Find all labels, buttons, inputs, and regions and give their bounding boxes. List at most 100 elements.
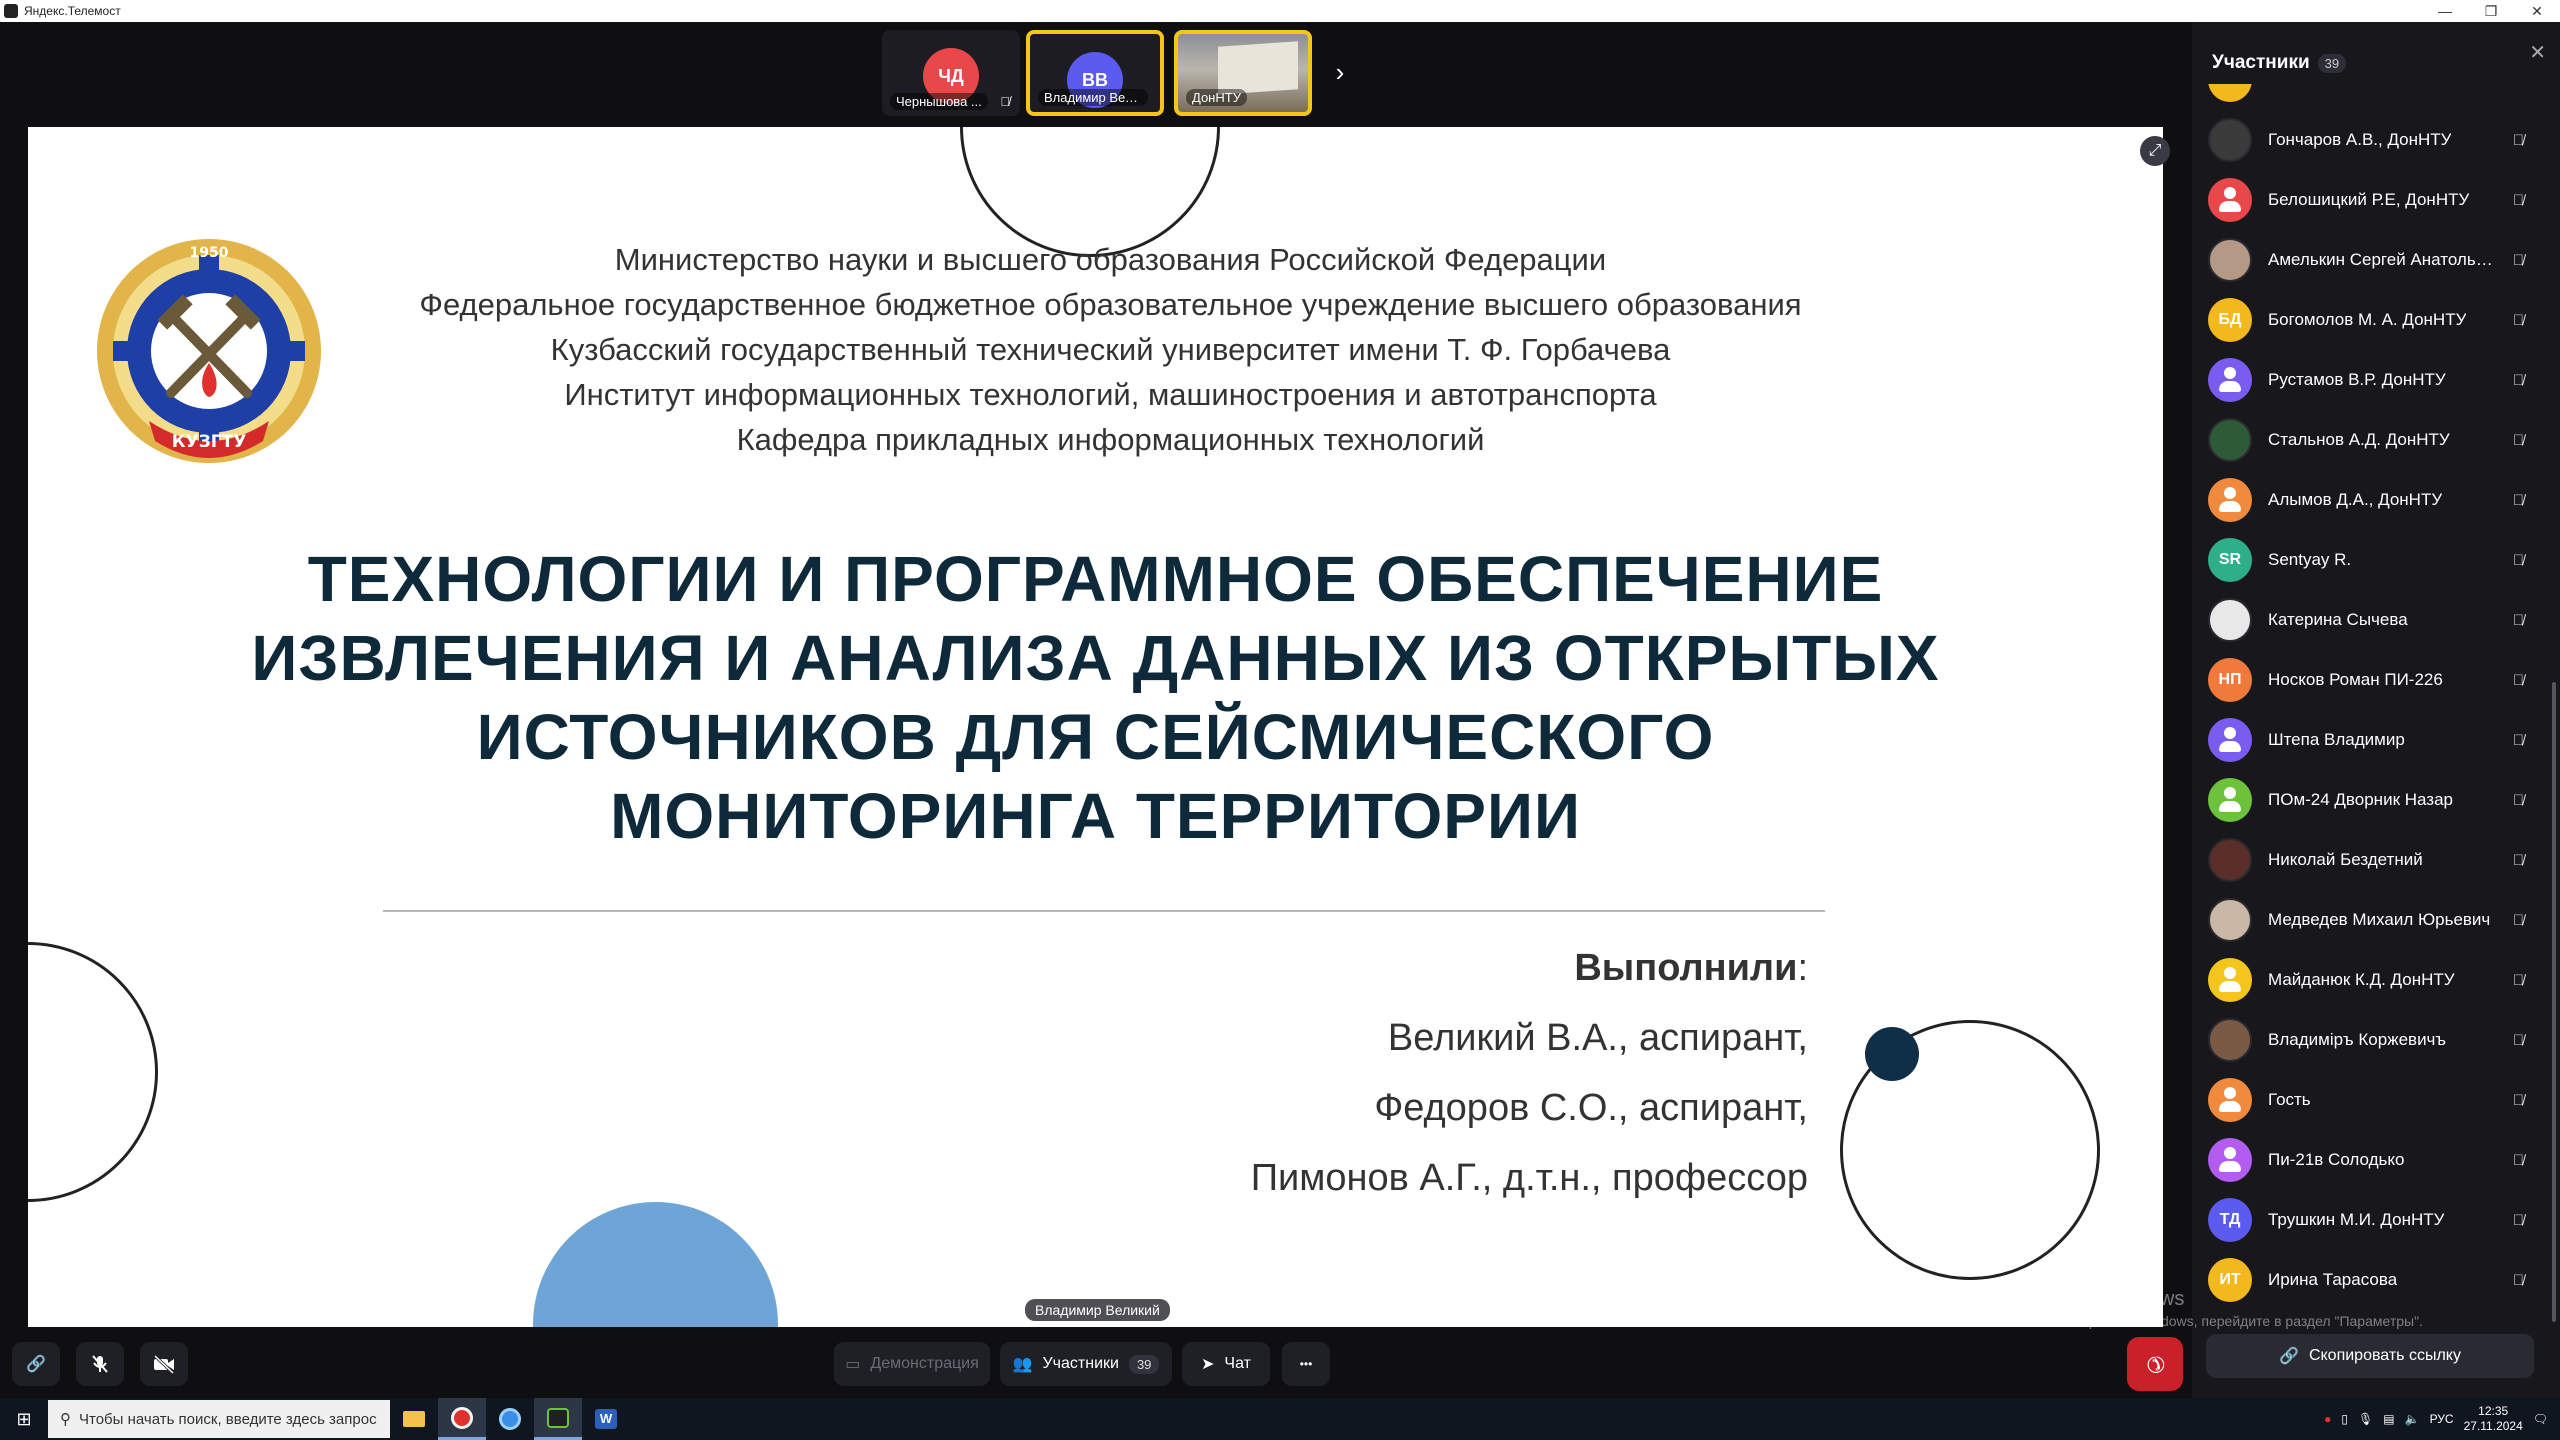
browser-icon[interactable] xyxy=(486,1398,534,1440)
chat-button[interactable]: ➤ Чат xyxy=(1182,1342,1270,1386)
app-icon xyxy=(4,4,18,18)
participant-row[interactable]: БД Богомолов М. А. ДонНТУ 🎙̸ xyxy=(2192,290,2544,350)
avatar xyxy=(2208,778,2252,822)
participant-list[interactable]: Гончаров А.В., ДонНТУ 🎙̸ Белошицкий Р.Е, Д… xyxy=(2192,84,2544,1344)
microphone-off-icon: 🎙̸ xyxy=(2512,251,2524,269)
close-window-button[interactable]: ✕ xyxy=(2514,0,2560,22)
maximize-button[interactable]: ❐ xyxy=(2468,0,2514,22)
participant-name: Богомолов М. А. ДонНТУ xyxy=(2268,310,2467,329)
participant-row[interactable]: Гончаров А.В., ДонНТУ 🎙̸ xyxy=(2192,110,2544,170)
chevron-right-icon[interactable]: › xyxy=(1326,57,1354,87)
participant-row[interactable]: Катерина Сычева 🎙̸ xyxy=(2192,590,2544,650)
more-button[interactable]: ••• xyxy=(1282,1342,1330,1386)
people-icon: 👥 xyxy=(1012,1356,1033,1373)
network-icon[interactable]: ▤ xyxy=(2383,1412,2394,1426)
avatar: НП xyxy=(2208,658,2252,702)
invite-link-button[interactable]: 🔗 xyxy=(12,1342,60,1386)
notifications-icon[interactable]: 🗨 xyxy=(2533,1412,2548,1426)
telemost-app-icon[interactable] xyxy=(534,1398,582,1440)
copy-link-button[interactable]: 🔗 Скопировать ссылку xyxy=(2206,1334,2534,1378)
file-explorer-icon[interactable] xyxy=(390,1398,438,1440)
microphone-off-icon: 🎙̸ xyxy=(2512,1151,2524,1169)
participant-row[interactable]: Гость 🎙̸ xyxy=(2192,1070,2544,1130)
participant-row[interactable]: Николай Бездетний 🎙̸ xyxy=(2192,830,2544,890)
participant-name: Медведев Михаил Юрьевич xyxy=(2268,910,2491,929)
participant-row[interactable]: Рустамов В.Р. ДонНТУ 🎙̸ xyxy=(2192,350,2544,410)
participant-row[interactable]: НП Носков Роман ПИ-226 🎙̸ xyxy=(2192,650,2544,710)
close-icon[interactable]: ✕ xyxy=(2529,40,2546,65)
author-3: Пимонов А.Г., д.т.н., профессор xyxy=(1250,1157,1808,1199)
participant-row[interactable]: ПОм-24 Дворник Назар 🎙̸ xyxy=(2192,770,2544,830)
participant-row[interactable]: Белошицкий Р.Е, ДонНТУ 🎙̸ xyxy=(2192,170,2544,230)
avatar xyxy=(2208,178,2252,222)
participant-name: Рустамов В.Р. ДонНТУ xyxy=(2268,370,2446,389)
participant-row[interactable]: Владиміръ Коржевичъ 🎙̸ xyxy=(2192,1010,2544,1070)
participant-row[interactable]: Штепа Владимир 🎙̸ xyxy=(2192,710,2544,770)
participant-row[interactable]: Алымов Д.А., ДонНТУ 🎙̸ xyxy=(2192,470,2544,530)
microphone-off-icon: 🎙̸ xyxy=(2512,791,2524,809)
microphone-tray-icon[interactable]: 🎙 xyxy=(2358,1412,2373,1426)
window-title: Яндекс.Телемост xyxy=(24,4,121,18)
camera-toggle[interactable] xyxy=(140,1342,188,1386)
screen-share-label: Демонстрация xyxy=(870,1355,979,1372)
window-titlebar: Яндекс.Телемост — ❐ ✕ xyxy=(0,0,2560,22)
yandex-browser-icon[interactable] xyxy=(438,1398,486,1440)
word-icon[interactable]: W xyxy=(582,1398,630,1440)
participant-row[interactable]: SR Sentyay R. 🎙̸ xyxy=(2192,530,2544,590)
microphone-toggle[interactable] xyxy=(76,1342,124,1386)
participant-tile[interactable]: ВВ Владимир Вели... xyxy=(1026,30,1164,116)
link-icon: 🔗 xyxy=(2279,1348,2299,1365)
participant-row[interactable]: Стальнов А.Д. ДонНТУ 🎙̸ xyxy=(2192,410,2544,470)
decor-blue-circle xyxy=(533,1202,778,1327)
participants-label: Участники xyxy=(1042,1355,1119,1372)
language-indicator[interactable]: РУС xyxy=(2430,1412,2454,1426)
battery-icon[interactable]: ▯ xyxy=(2341,1412,2348,1426)
participant-row-partial[interactable] xyxy=(2192,84,2544,110)
screen-share-button[interactable]: ▭ Демонстрация xyxy=(834,1342,990,1386)
divider xyxy=(383,910,1825,912)
microphone-off-icon: 🎙̸ xyxy=(2512,131,2524,149)
participant-name: ПОм-24 Дворник Назар xyxy=(2268,790,2453,809)
participant-row[interactable]: Медведев Михаил Юрьевич 🎙̸ xyxy=(2192,890,2544,950)
windows-start-icon[interactable]: ⊞ xyxy=(0,1398,48,1440)
avatar xyxy=(2208,478,2252,522)
participant-row[interactable]: Амелькин Сергей Анатолье... 🎙̸ xyxy=(2192,230,2544,290)
avatar xyxy=(2208,958,2252,1002)
participants-button[interactable]: 👥 Участники 39 xyxy=(1000,1342,1172,1386)
hang-up-button[interactable]: ✆ xyxy=(2127,1337,2183,1391)
participant-tile[interactable]: ДонНТУ xyxy=(1174,30,1312,116)
avatar xyxy=(2208,718,2252,762)
panel-title-label: Участники xyxy=(2212,52,2310,73)
participant-name: Пи-21в Солодько xyxy=(2268,1150,2405,1169)
clock[interactable]: 12:35 27.11.2024 xyxy=(2464,1404,2523,1434)
participant-row[interactable]: Майданюк К.Д. ДонНТУ 🎙̸ xyxy=(2192,950,2544,1010)
microphone-off-icon: 🎙̸ xyxy=(2512,431,2524,449)
clock-date: 27.11.2024 xyxy=(2463,1419,2523,1433)
avatar xyxy=(2208,1078,2252,1122)
participant-tile[interactable]: ЧД Чернышова ... 🎙̸ xyxy=(882,30,1020,116)
participant-name: Белошицкий Р.Е, ДонНТУ xyxy=(2268,190,2470,209)
taskbar-search[interactable]: ⚲ Чтобы начать поиск, введите здесь запр… xyxy=(48,1400,390,1438)
minimize-button[interactable]: — xyxy=(2422,0,2468,22)
header-line-1: Министерство науки и высшего образования… xyxy=(614,242,1607,277)
system-tray: ● ▯ 🎙 ▤ 🔈 РУС 12:35 27.11.2024 🗨 xyxy=(2324,1398,2548,1440)
participant-row[interactable]: Пи-21в Солодько 🎙̸ xyxy=(2192,1130,2544,1190)
more-dots-icon: ••• xyxy=(1299,1357,1313,1371)
avatar: ТД xyxy=(2208,1198,2252,1242)
participant-name: Sentyay R. xyxy=(2268,550,2352,569)
expand-icon[interactable]: ⤢ xyxy=(2140,136,2170,166)
microphone-off-icon: 🎙̸ xyxy=(2512,1091,2524,1109)
opera-icon[interactable]: ● xyxy=(2324,1412,2331,1426)
participant-row[interactable]: ТД Трушкин М.И. ДонНТУ 🎙̸ xyxy=(2192,1190,2544,1250)
microphone-off-icon: 🎙̸ xyxy=(2512,551,2524,569)
chat-label: Чат xyxy=(1224,1355,1251,1372)
participant-name: Гость xyxy=(2268,1090,2311,1109)
microphone-off-icon: 🎙̸ xyxy=(2512,851,2524,869)
participant-name: Амелькин Сергей Анатолье... xyxy=(2268,250,2498,269)
participant-tile-name: Владимир Вели... xyxy=(1038,89,1148,106)
volume-icon[interactable]: 🔈 xyxy=(2405,1412,2420,1426)
microphone-off-icon: 🎙̸ xyxy=(2512,731,2524,749)
panel-scrollbar[interactable] xyxy=(2552,682,2556,1322)
slide-title-line-2: ИЗВЛЕЧЕНИЯ И АНАЛИЗА ДАННЫХ ИЗ ОТКРЫТЫХ xyxy=(251,622,1940,694)
decor-dot xyxy=(1865,1027,1919,1081)
